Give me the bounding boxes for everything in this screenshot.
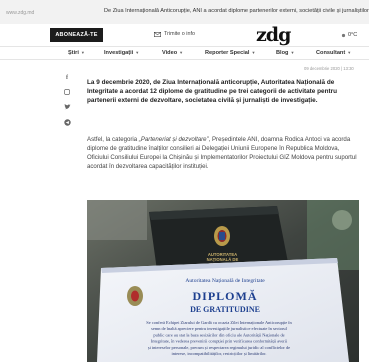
nav-item-stiri[interactable]: Știri ▼ xyxy=(68,50,85,56)
coat-of-arms-icon xyxy=(214,226,230,246)
weather-widget: 0°C xyxy=(341,32,357,38)
nav-item-label: Video xyxy=(162,50,178,56)
svg-text:Se conferă Echipei Ziarului de: Se conferă Echipei Ziarului de Gardă cu … xyxy=(146,320,292,325)
send-info-label: Trimite o info xyxy=(164,31,195,37)
diploma-emblem-icon xyxy=(127,286,143,306)
nav-item-label: Știri xyxy=(68,50,79,56)
chevron-down-icon: ▼ xyxy=(290,50,295,55)
site-logo[interactable]: zdg xyxy=(256,25,291,45)
svg-text:public care au stat la baza se: public care au stat la baza sesizărilor … xyxy=(153,332,284,337)
paragraph-text-start: Astfel, la categoria xyxy=(87,136,139,143)
svg-text:semn de înaltă apreciere pentr: semn de înaltă apreciere pentru investig… xyxy=(151,326,287,331)
nav-item-label: Consultant xyxy=(316,50,346,56)
diploma-title: DIPLOMĂ xyxy=(193,289,258,303)
article-paragraph: Astfel, la categoria „Parteneriat și dez… xyxy=(87,135,359,171)
facebook-icon[interactable]: f xyxy=(63,74,71,82)
vk-icon[interactable] xyxy=(63,89,71,97)
site-header: ABONEAZĂ-TE Trimite o info zdg 0°C xyxy=(0,24,369,46)
diploma-photo-illustration: AUTORITATEA NAȚIONALĂ DE INTEGRITATE Aut… xyxy=(87,200,359,362)
article-date: 09 decembrie 2020 | 13:30 xyxy=(304,66,354,71)
subscribe-button[interactable]: ABONEAZĂ-TE xyxy=(50,28,103,42)
envelope-icon xyxy=(154,31,161,37)
chevron-down-icon: ▼ xyxy=(135,50,140,55)
telegram-icon[interactable] xyxy=(63,119,71,127)
chevron-down-icon: ▼ xyxy=(80,50,85,55)
nav-item-reporter-special[interactable]: Reporter Special ▼ xyxy=(205,50,255,56)
chevron-down-icon: ▼ xyxy=(251,50,256,55)
nav-item-video[interactable]: Video ▼ xyxy=(162,50,183,56)
nav-item-investigatii[interactable]: Investigații ▼ xyxy=(104,50,139,56)
sun-icon xyxy=(341,33,346,37)
share-bar: f xyxy=(63,74,73,134)
nav-item-label: Investigații xyxy=(104,50,134,56)
diploma-org: Autoritatea Națională de Integritate xyxy=(185,278,265,284)
article-lead: La 9 decembrie 2020, de Ziua Internațion… xyxy=(87,79,338,105)
main-nav: Știri ▼ Investigații ▼ Video ▼ Reporter Spe… xyxy=(0,46,369,60)
category-quote: „Parteneriat și dezvoltare” xyxy=(138,136,209,143)
ticker-headline-link[interactable]: De Ziua Internațională Anticorupție, ANI… xyxy=(104,8,369,14)
nav-item-consultant[interactable]: Consultant ▼ xyxy=(316,50,351,56)
weather-temp: 0°C xyxy=(348,32,358,38)
article-photo: AUTORITATEA NAȚIONALĂ DE INTEGRITATE Aut… xyxy=(87,200,359,362)
nav-item-blog[interactable]: Blog ▼ xyxy=(276,50,294,56)
chevron-down-icon: ▼ xyxy=(347,50,352,55)
top-ticker: www.zdg.md De Ziua Internațională Antico… xyxy=(0,0,369,24)
chevron-down-icon: ▼ xyxy=(179,50,184,55)
nav-item-label: Reporter Special xyxy=(205,50,250,56)
diploma-subtitle: DE GRATITUDINE xyxy=(190,305,260,314)
twitter-icon[interactable] xyxy=(63,104,71,112)
site-url: www.zdg.md xyxy=(6,10,35,16)
nav-item-label: Blog xyxy=(276,50,289,56)
send-info-link[interactable]: Trimite o info xyxy=(154,31,195,37)
